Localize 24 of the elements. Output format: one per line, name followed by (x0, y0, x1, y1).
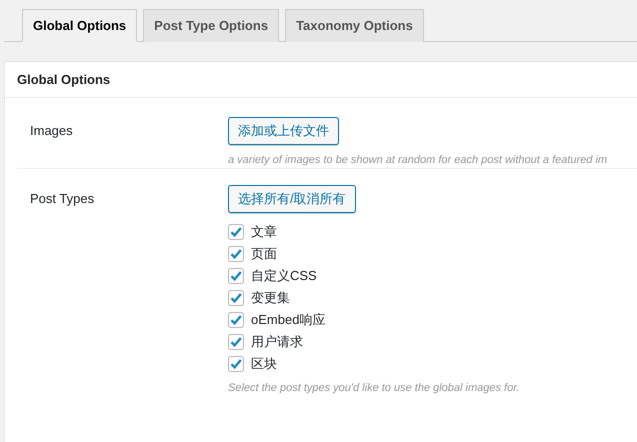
checkbox[interactable] (228, 334, 244, 350)
checkbox[interactable] (228, 290, 244, 306)
checkbox-label: 文章 (251, 223, 277, 241)
field-description: Select the post types you'd like to use the global images for. (228, 382, 520, 394)
checkbox[interactable] (228, 224, 244, 240)
tab[interactable]: Global Options (22, 9, 138, 42)
checkbox[interactable] (228, 246, 244, 262)
tab[interactable]: Taxonomy Options (285, 9, 424, 42)
checkbox-label: 自定义CSS (251, 267, 317, 285)
checkbox-label: 用户请求 (251, 333, 303, 351)
upload-button[interactable]: 添加或上传文件 (228, 117, 339, 145)
select-all-button[interactable]: 选择所有/取消所有 (228, 185, 356, 213)
checkbox-label: 区块 (251, 355, 277, 373)
checkbox-label: oEmbed响应 (251, 311, 326, 329)
checkbox[interactable] (228, 268, 244, 284)
checkbox-label: 页面 (251, 245, 277, 263)
tab[interactable]: Post Type Options (143, 9, 280, 42)
checkbox[interactable] (228, 356, 244, 372)
checkbox[interactable] (228, 312, 244, 328)
field-label: Images (30, 122, 74, 140)
field-description: a variety of images to be shown at random for each post without a featured im (228, 154, 608, 166)
field-label: Post Types (30, 190, 96, 208)
checkbox-label: 变更集 (251, 289, 290, 307)
panel-title: Global Options (5, 62, 637, 98)
